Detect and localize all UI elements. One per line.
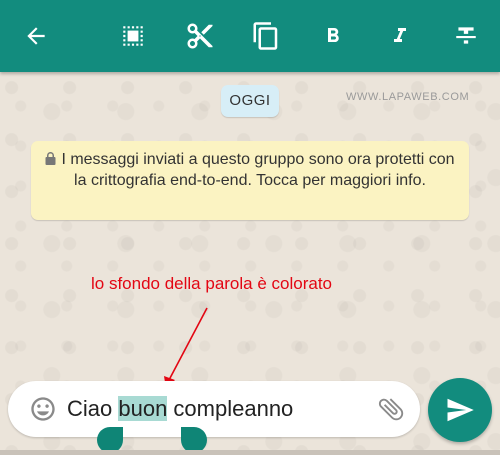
send-button[interactable] [428,378,492,442]
copy-button[interactable] [244,14,288,58]
attach-button[interactable] [375,393,407,425]
lock-icon [45,152,56,165]
watermark-text: WWW.LAPAWEB.COM [346,91,470,103]
back-arrow-icon [27,27,45,45]
encryption-notice[interactable]: I messaggi inviati a questo gruppo sono … [31,141,469,220]
message-input-bar[interactable]: Ciao buon compleanno [8,381,420,437]
date-chip: OGGI [221,85,279,117]
text-after-selection: compleanno [167,396,294,421]
emoji-icon [31,397,55,421]
bottom-edge [0,450,500,455]
emoji-button[interactable] [28,394,58,424]
select-all-button[interactable] [111,14,155,58]
copy-icon [253,22,278,50]
bold-button[interactable] [311,14,355,58]
strikethrough-button[interactable] [444,14,488,58]
back-button[interactable] [14,14,58,58]
send-icon [447,398,474,422]
text-selection-toolbar [0,0,500,72]
annotation-text: lo sfondo della parola è colorato [91,274,332,293]
selected-word[interactable]: buon [118,396,168,421]
select-all-icon [123,26,143,46]
paperclip-icon [378,398,404,421]
italic-icon [394,28,406,42]
strikethrough-icon [456,27,476,44]
bold-icon [328,28,339,42]
cut-icon [187,23,213,49]
italic-button[interactable] [378,14,422,58]
cut-button[interactable] [178,14,222,58]
text-before-selection: Ciao [67,396,119,421]
encryption-notice-text: I messaggi inviati a questo gruppo sono … [61,151,455,189]
message-input-field[interactable]: Ciao buon compleanno [67,394,293,424]
